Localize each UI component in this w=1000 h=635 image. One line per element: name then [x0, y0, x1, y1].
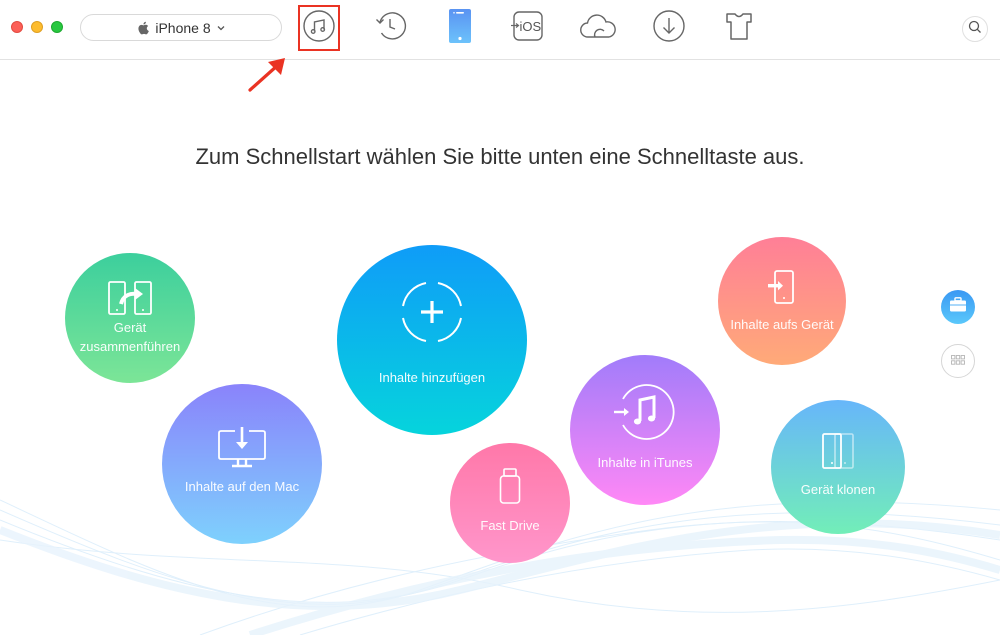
to-itunes-label: Inhalte in iTunes	[597, 454, 693, 470]
to-mac-icon	[216, 426, 268, 469]
fast-drive-label: Fast Drive	[480, 517, 540, 533]
briefcase-icon	[949, 297, 967, 317]
merge-devices-icon	[107, 280, 153, 316]
to-device-icon	[767, 269, 797, 305]
clone-device-label: Gerät klonen	[800, 481, 876, 497]
page-headline: Zum Schnellstart wählen Sie bitte unten …	[195, 144, 805, 169]
window-maximize-button[interactable]	[51, 21, 63, 33]
apps-grid-button[interactable]	[941, 344, 975, 378]
add-content-button[interactable]: Inhalte hinzufügen	[337, 245, 527, 435]
clone-device-button[interactable]: Gerät klonen	[771, 400, 905, 534]
add-content-label: Inhalte hinzufügen	[378, 369, 486, 385]
icloud-button[interactable]	[578, 8, 618, 48]
music-note-icon	[302, 9, 336, 48]
grid-icon	[951, 352, 965, 370]
to-mac-label: Inhalte auf den Mac	[184, 478, 300, 494]
to-itunes-button[interactable]: Inhalte in iTunes	[570, 355, 720, 505]
device-selector[interactable]: iPhone 8	[80, 14, 282, 41]
cloud-icon	[579, 12, 617, 45]
window-minimize-button[interactable]	[31, 21, 43, 33]
backup-history-button[interactable]	[371, 8, 411, 48]
annotation-arrow-icon	[244, 56, 290, 101]
history-clock-icon	[373, 8, 409, 49]
device-manager-button[interactable]	[440, 8, 480, 48]
shirt-icon	[725, 11, 753, 46]
apple-icon	[137, 21, 150, 35]
download-icon	[652, 9, 686, 48]
search-button[interactable]	[962, 16, 988, 42]
merge-devices-button[interactable]: Gerät zusammenführen	[65, 253, 195, 383]
merge-devices-label-line2: zusammenführen	[79, 339, 181, 354]
to-device-button[interactable]: Inhalte aufs Gerät	[718, 237, 846, 365]
downloader-button[interactable]	[649, 8, 689, 48]
device-name: iPhone 8	[155, 19, 211, 36]
search-icon	[968, 20, 982, 39]
iphone-icon	[448, 8, 472, 49]
clone-device-icon	[821, 432, 855, 470]
toolkit-button[interactable]	[719, 8, 759, 48]
app-window: iPhone 8 iOS Zum Schnellstart wählen Sie…	[0, 0, 1000, 635]
window-close-button[interactable]	[11, 21, 23, 33]
add-content-icon	[400, 280, 464, 344]
merge-devices-label-line1: Gerät	[113, 320, 147, 335]
toolbar: iPhone 8 iOS	[0, 0, 1000, 60]
to-device-label: Inhalte aufs Gerät	[730, 316, 834, 332]
toolbox-button[interactable]	[941, 290, 975, 324]
to-itunes-icon	[614, 381, 676, 443]
svg-text:iOS: iOS	[520, 19, 542, 34]
ios-mover-button[interactable]: iOS	[508, 8, 548, 48]
itunes-library-button[interactable]	[298, 5, 340, 51]
usb-drive-icon	[499, 467, 521, 504]
to-mac-button[interactable]: Inhalte auf den Mac	[162, 384, 322, 544]
fast-drive-button[interactable]: Fast Drive	[450, 443, 570, 563]
to-ios-icon: iOS	[511, 10, 545, 47]
chevron-down-icon	[217, 25, 225, 31]
